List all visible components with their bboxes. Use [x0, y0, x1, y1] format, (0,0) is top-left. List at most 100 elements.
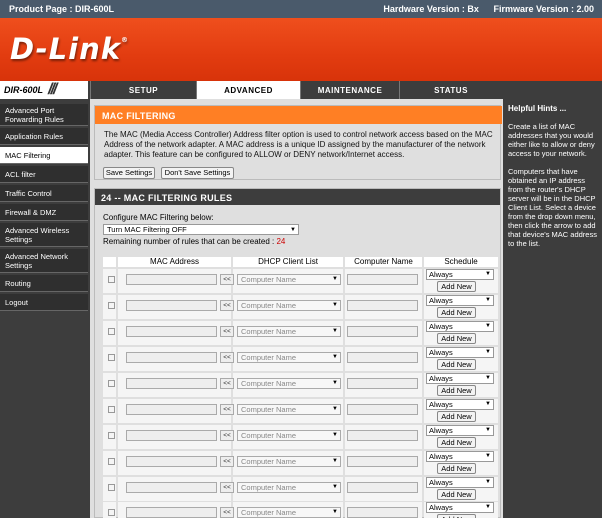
copy-mac-button[interactable]: <<	[220, 404, 234, 415]
dhcp-client-select[interactable]: Computer Name ▼	[237, 482, 341, 493]
rule-enable-checkbox[interactable]	[108, 328, 115, 335]
schedule-select[interactable]: Always ▼	[426, 321, 494, 332]
sidebar-item-routing[interactable]: Routing	[0, 275, 88, 292]
sidebar-item-traffic-control[interactable]: Traffic Control	[0, 185, 88, 202]
rule-enable-checkbox[interactable]	[108, 406, 115, 413]
computer-name-input[interactable]	[347, 482, 418, 493]
add-new-schedule-button[interactable]: Add New	[437, 514, 476, 518]
schedule-select[interactable]: Always ▼	[426, 269, 494, 280]
dhcp-client-select[interactable]: Computer Name ▼	[237, 378, 341, 389]
sidebar-item-logout[interactable]: Logout	[0, 294, 88, 311]
remaining-count: 24	[276, 237, 286, 246]
add-new-schedule-button[interactable]: Add New	[437, 463, 476, 474]
dhcp-client-placeholder: Computer Name	[241, 508, 297, 517]
main-content: MAC FILTERING The MAC (Media Access Cont…	[94, 99, 502, 518]
computer-name-input[interactable]	[347, 378, 418, 389]
mac-address-input[interactable]	[126, 430, 217, 441]
copy-mac-button[interactable]: <<	[220, 378, 234, 389]
mac-address-input[interactable]	[126, 404, 217, 415]
copy-mac-button[interactable]: <<	[220, 352, 234, 363]
sidebar-item-acl-filter[interactable]: ACL filter	[0, 166, 88, 183]
product-page-label: Product Page : DIR-600L	[9, 4, 115, 14]
mac-address-input[interactable]	[126, 352, 217, 363]
sidebar-item-advanced-wireless[interactable]: Advanced Wireless Settings	[0, 223, 88, 247]
schedule-select[interactable]: Always ▼	[426, 295, 494, 306]
chevron-down-icon: ▼	[332, 380, 338, 386]
tab-advanced[interactable]: ADVANCED	[196, 81, 300, 99]
copy-mac-button[interactable]: <<	[220, 507, 234, 518]
dhcp-client-select[interactable]: Computer Name ▼	[237, 430, 341, 441]
sidebar-item-application-rules[interactable]: Application Rules	[0, 128, 88, 145]
computer-name-input[interactable]	[347, 456, 418, 467]
dhcp-client-select[interactable]: Computer Name ▼	[237, 300, 341, 311]
rule-enable-checkbox[interactable]	[108, 302, 115, 309]
add-new-schedule-button[interactable]: Add New	[437, 489, 476, 500]
mac-address-input[interactable]	[126, 274, 217, 285]
brand-banner: D-Link®	[0, 18, 602, 81]
col-header-computer: Computer Name	[345, 257, 422, 267]
table-row: << Computer Name ▼ Always ▼ Add New	[103, 477, 498, 502]
mac-address-input[interactable]	[126, 378, 217, 389]
dhcp-client-select[interactable]: Computer Name ▼	[237, 404, 341, 415]
dhcp-client-select[interactable]: Computer Name ▼	[237, 456, 341, 467]
schedule-select[interactable]: Always ▼	[426, 502, 494, 513]
rule-enable-checkbox[interactable]	[108, 276, 115, 283]
add-new-schedule-button[interactable]: Add New	[437, 307, 476, 318]
copy-mac-button[interactable]: <<	[220, 456, 234, 467]
schedule-select[interactable]: Always ▼	[426, 425, 494, 436]
schedule-value: Always	[429, 503, 453, 512]
computer-name-input[interactable]	[347, 274, 418, 285]
computer-name-input[interactable]	[347, 352, 418, 363]
add-new-schedule-button[interactable]: Add New	[437, 385, 476, 396]
copy-mac-button[interactable]: <<	[220, 300, 234, 311]
add-new-schedule-button[interactable]: Add New	[437, 411, 476, 422]
add-new-schedule-button[interactable]: Add New	[437, 437, 476, 448]
computer-name-input[interactable]	[347, 326, 418, 337]
hardware-version: Hardware Version : Bx	[383, 4, 479, 14]
copy-mac-button[interactable]: <<	[220, 482, 234, 493]
remaining-rules: Remaining number of rules that can be cr…	[103, 237, 285, 246]
sidebar-item-firewall-dmz[interactable]: Firewall & DMZ	[0, 204, 88, 221]
dhcp-client-placeholder: Computer Name	[241, 327, 297, 336]
rule-enable-checkbox[interactable]	[108, 458, 115, 465]
computer-name-input[interactable]	[347, 300, 418, 311]
mac-address-input[interactable]	[126, 456, 217, 467]
copy-mac-button[interactable]: <<	[220, 430, 234, 441]
sidebar-item-advanced-network[interactable]: Advanced Network Settings	[0, 249, 88, 273]
dhcp-client-select[interactable]: Computer Name ▼	[237, 352, 341, 363]
schedule-select[interactable]: Always ▼	[426, 451, 494, 462]
dont-save-settings-button[interactable]: Don't Save Settings	[161, 167, 234, 179]
dhcp-client-select[interactable]: Computer Name ▼	[237, 507, 341, 518]
schedule-select[interactable]: Always ▼	[426, 477, 494, 488]
computer-name-input[interactable]	[347, 430, 418, 441]
rule-enable-checkbox[interactable]	[108, 380, 115, 387]
tab-setup[interactable]: SETUP	[90, 81, 196, 99]
tab-maintenance[interactable]: MAINTENANCE	[300, 81, 399, 99]
add-new-schedule-button[interactable]: Add New	[437, 281, 476, 292]
computer-name-input[interactable]	[347, 404, 418, 415]
schedule-select[interactable]: Always ▼	[426, 347, 494, 358]
computer-name-input[interactable]	[347, 507, 418, 518]
schedule-select[interactable]: Always ▼	[426, 399, 494, 410]
save-settings-button[interactable]: Save Settings	[103, 167, 155, 179]
sidebar-item-advanced-port-forwarding[interactable]: Advanced Port Forwarding Rules	[0, 104, 88, 126]
schedule-select[interactable]: Always ▼	[426, 373, 494, 384]
rule-enable-checkbox[interactable]	[108, 484, 115, 491]
mac-address-input[interactable]	[126, 326, 217, 337]
dhcp-client-select[interactable]: Computer Name ▼	[237, 326, 341, 337]
table-row: << Computer Name ▼ Always ▼ Add New	[103, 373, 498, 398]
dhcp-client-select[interactable]: Computer Name ▼	[237, 274, 341, 285]
copy-mac-button[interactable]: <<	[220, 274, 234, 285]
rule-enable-checkbox[interactable]	[108, 354, 115, 361]
filter-mode-select[interactable]: Turn MAC Filtering OFF ▼	[103, 224, 299, 235]
rule-enable-checkbox[interactable]	[108, 509, 115, 516]
mac-address-input[interactable]	[126, 507, 217, 518]
copy-mac-button[interactable]: <<	[220, 326, 234, 337]
add-new-schedule-button[interactable]: Add New	[437, 359, 476, 370]
rule-enable-checkbox[interactable]	[108, 432, 115, 439]
tab-status[interactable]: STATUS	[399, 81, 502, 99]
mac-address-input[interactable]	[126, 300, 217, 311]
sidebar-item-mac-filtering[interactable]: MAC Filtering	[0, 147, 88, 164]
mac-address-input[interactable]	[126, 482, 217, 493]
add-new-schedule-button[interactable]: Add New	[437, 333, 476, 344]
